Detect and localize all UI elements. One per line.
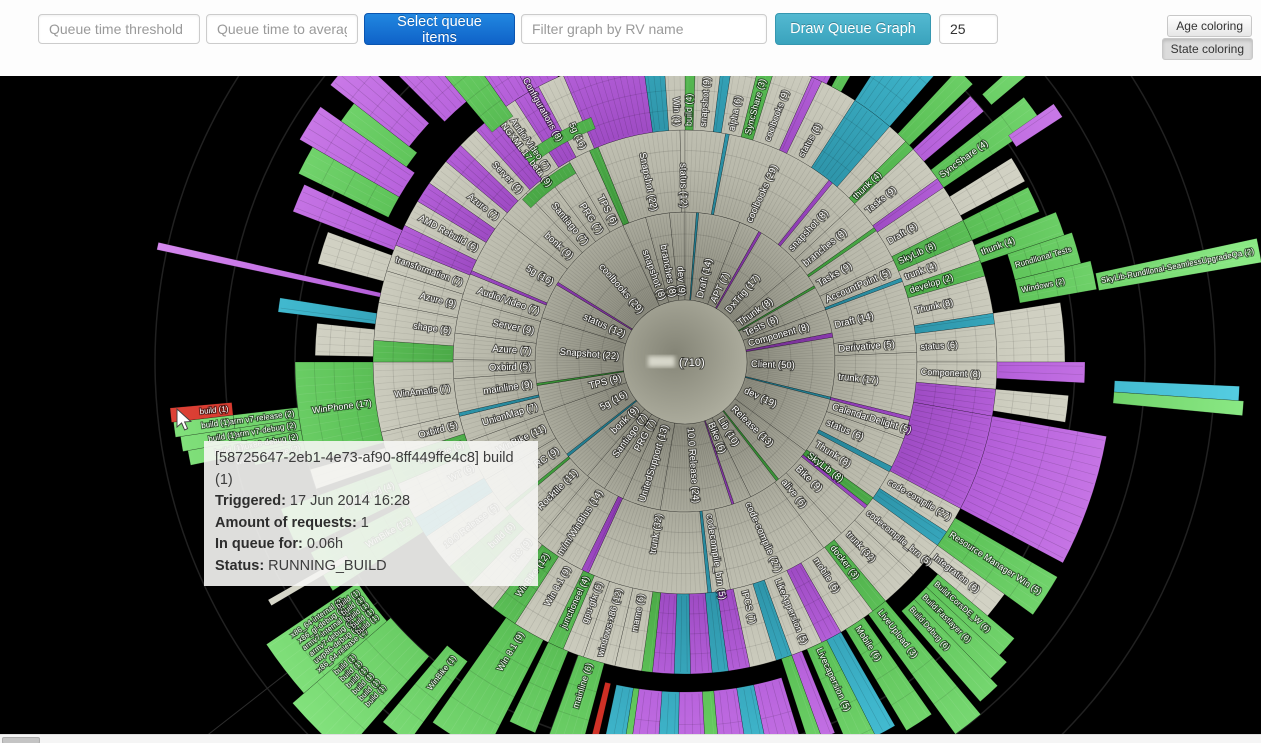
tooltip-row: Triggered: 17 Jun 2014 16:28 <box>215 491 527 513</box>
queue-time-average-input[interactable] <box>206 14 358 44</box>
queue-time-threshold-input[interactable] <box>38 14 200 44</box>
tooltip-title: [58725647-2eb1-4e73-af90-8ff449ffe4c8] b… <box>215 448 527 491</box>
svg-text:(710): (710) <box>679 357 705 369</box>
filter-graph-input[interactable] <box>521 14 767 44</box>
draw-queue-graph-button[interactable]: Draw Queue Graph <box>775 13 931 45</box>
scrollbar-thumb[interactable] <box>2 737 40 743</box>
queue-graph-page: Select queue items Draw Queue Graph Age … <box>0 0 1261 743</box>
tooltip-row: Status: RUNNING_BUILD <box>215 556 527 578</box>
select-queue-items-button[interactable]: Select queue items <box>364 13 515 45</box>
svg-text:build (4): build (4) <box>683 93 694 126</box>
queue-sunburst-canvas[interactable]: (710)dev (9)Draft (14)APT (7)DxTrig (17)… <box>0 76 1261 734</box>
horizontal-scrollbar[interactable] <box>0 734 1261 743</box>
svg-text:Oxbird (5): Oxbird (5) <box>489 361 532 373</box>
svg-text:Client (50): Client (50) <box>751 359 795 372</box>
sunburst-svg: (710)dev (9)Draft (14)APT (7)DxTrig (17)… <box>0 76 1261 734</box>
svg-text:Win (4): Win (4) <box>671 97 682 126</box>
queue-item-tooltip: [58725647-2eb1-4e73-af90-8ff449ffe4c8] b… <box>204 441 538 586</box>
age-coloring-button[interactable]: Age coloring <box>1167 15 1252 37</box>
svg-text:status (12): status (12) <box>677 163 688 208</box>
toolbar: Select queue items Draw Queue Graph Age … <box>0 0 1261 76</box>
mouse-cursor-icon <box>174 408 196 432</box>
sunburst-chart[interactable]: (710)dev (9)Draft (14)APT (7)DxTrig (17)… <box>0 76 1261 734</box>
state-coloring-button[interactable]: State coloring <box>1162 38 1253 60</box>
items-count-input[interactable] <box>939 14 998 44</box>
tooltip-row: In queue for: 0.06h <box>215 534 527 556</box>
tooltip-row: Amount of requests: 1 <box>215 513 527 535</box>
